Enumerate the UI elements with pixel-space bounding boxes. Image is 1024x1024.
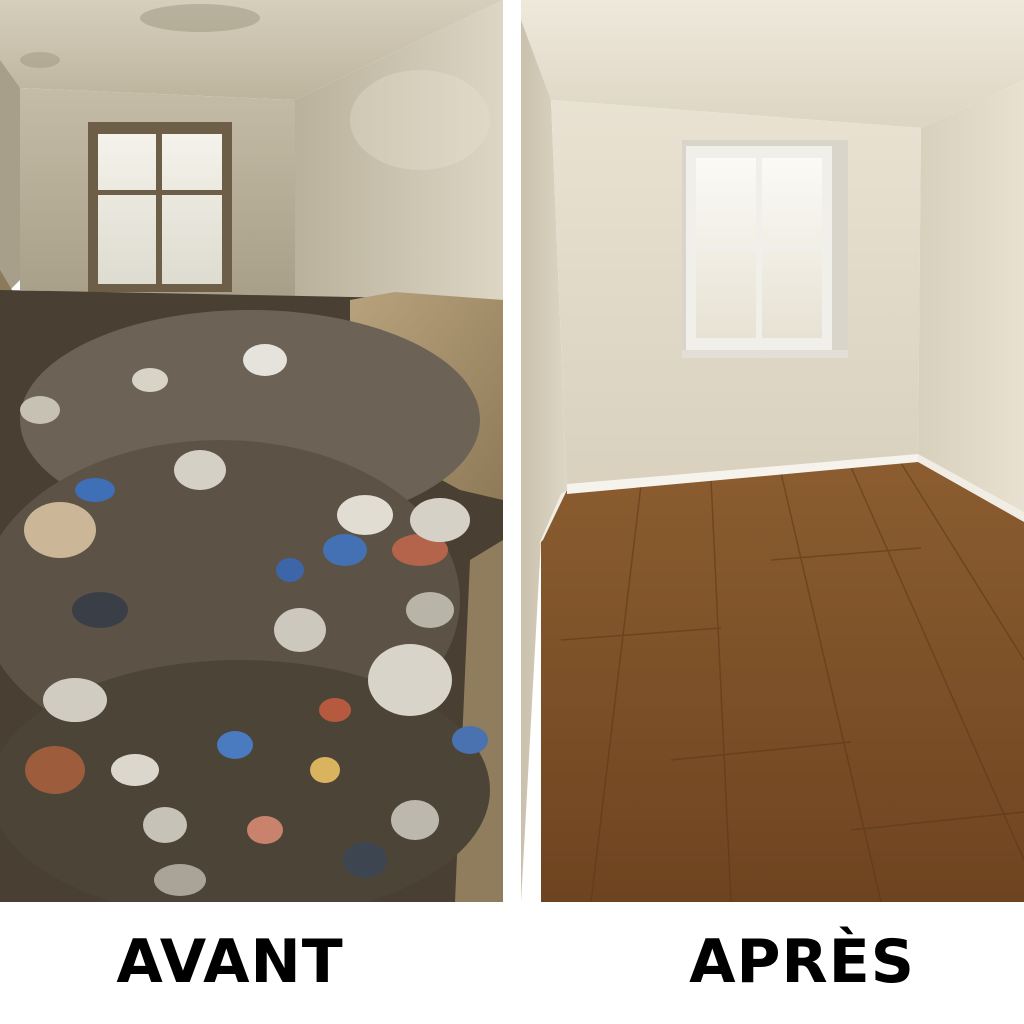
debris-pile: [0, 310, 490, 902]
before-photo: [0, 0, 503, 902]
panel-divider: [503, 0, 521, 902]
after-photo: [521, 0, 1024, 902]
after-caption: APRÈS: [689, 927, 915, 997]
after-room-illustration: [521, 0, 1024, 902]
before-caption: AVANT: [116, 927, 344, 997]
before-room-illustration: [0, 0, 503, 902]
